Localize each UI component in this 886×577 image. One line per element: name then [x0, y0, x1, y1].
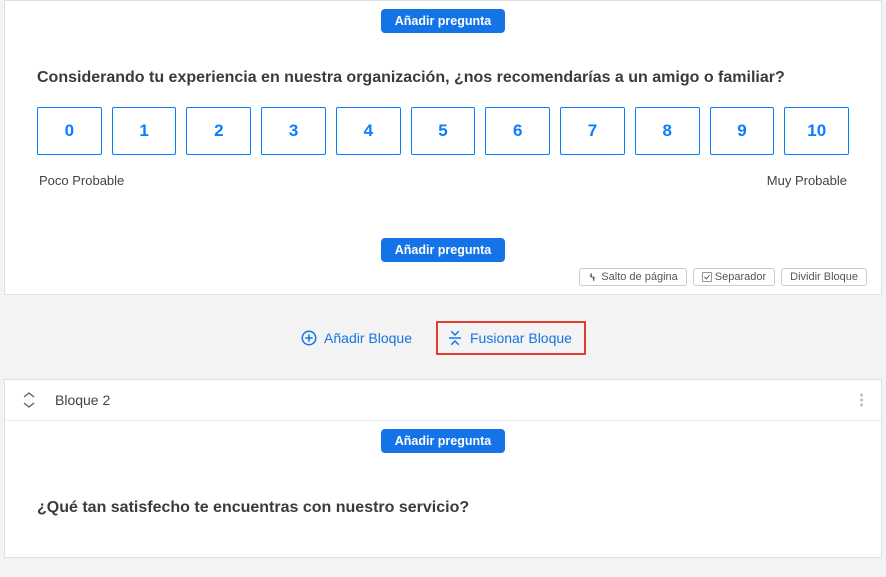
separator-button[interactable]: Separador — [693, 268, 775, 286]
nps-option-5[interactable]: 5 — [411, 107, 476, 155]
between-blocks-toolbar: Añadir Bloque Fusionar Bloque — [0, 299, 886, 379]
add-block-button[interactable]: Añadir Bloque — [300, 329, 412, 347]
checkbox-icon — [702, 272, 712, 282]
nps-label-low: Poco Probable — [39, 173, 124, 188]
add-question-bottom-wrap: Añadir pregunta — [5, 198, 881, 266]
question-area-b2: ¿Qué tan satisfecho te encuentras con nu… — [5, 463, 881, 557]
nps-option-9[interactable]: 9 — [710, 107, 775, 155]
nps-option-8[interactable]: 8 — [635, 107, 700, 155]
merge-icon — [446, 329, 464, 347]
add-question-top-wrap: Añadir pregunta — [5, 1, 881, 43]
split-block-label: Dividir Bloque — [790, 271, 858, 283]
survey-block-2: Bloque 2 Añadir pregunta ¿Qué tan satisf… — [4, 379, 882, 558]
nps-option-10[interactable]: 10 — [784, 107, 849, 155]
merge-block-button[interactable]: Fusionar Bloque — [436, 321, 586, 355]
page-break-icon — [588, 272, 598, 282]
add-question-wrap-b2: Añadir pregunta — [5, 421, 881, 463]
page-break-button[interactable]: Salto de página — [579, 268, 686, 286]
question-text-b2: ¿Qué tan satisfecho te encuentras con nu… — [37, 499, 849, 517]
add-question-button-bottom[interactable]: Añadir pregunta — [381, 238, 506, 262]
nps-label-high: Muy Probable — [767, 173, 847, 188]
kebab-dot — [860, 399, 863, 402]
block-menu-button[interactable] — [860, 394, 863, 407]
nps-option-7[interactable]: 7 — [560, 107, 625, 155]
block-title: Bloque 2 — [55, 392, 110, 408]
nps-option-6[interactable]: 6 — [485, 107, 550, 155]
question-area: Considerando tu experiencia en nuestra o… — [5, 43, 881, 198]
block-header: Bloque 2 — [5, 380, 881, 421]
survey-block-1: Añadir pregunta Considerando tu experien… — [4, 0, 882, 295]
split-block-button[interactable]: Dividir Bloque — [781, 268, 867, 286]
merge-block-label: Fusionar Bloque — [470, 330, 572, 346]
block-footer-tools: Salto de página Separador Dividir Bloque — [579, 268, 867, 286]
add-question-button-top[interactable]: Añadir pregunta — [381, 9, 506, 33]
nps-option-4[interactable]: 4 — [336, 107, 401, 155]
nps-option-0[interactable]: 0 — [37, 107, 102, 155]
nps-option-2[interactable]: 2 — [186, 107, 251, 155]
kebab-dot — [860, 404, 863, 407]
block-inner: Añadir pregunta Considerando tu experien… — [5, 1, 881, 294]
separator-label: Separador — [715, 271, 766, 283]
kebab-dot — [860, 394, 863, 397]
nps-endpoint-labels: Poco Probable Muy Probable — [37, 173, 849, 188]
collapse-icon[interactable] — [21, 392, 37, 408]
add-question-button-b2[interactable]: Añadir pregunta — [381, 429, 506, 453]
nps-scale-row: 0 1 2 3 4 5 6 7 8 9 10 — [37, 107, 849, 155]
nps-option-1[interactable]: 1 — [112, 107, 177, 155]
page-break-label: Salto de página — [601, 271, 677, 283]
question-text: Considerando tu experiencia en nuestra o… — [37, 69, 849, 87]
add-block-label: Añadir Bloque — [324, 330, 412, 346]
nps-option-3[interactable]: 3 — [261, 107, 326, 155]
plus-circle-icon — [300, 329, 318, 347]
